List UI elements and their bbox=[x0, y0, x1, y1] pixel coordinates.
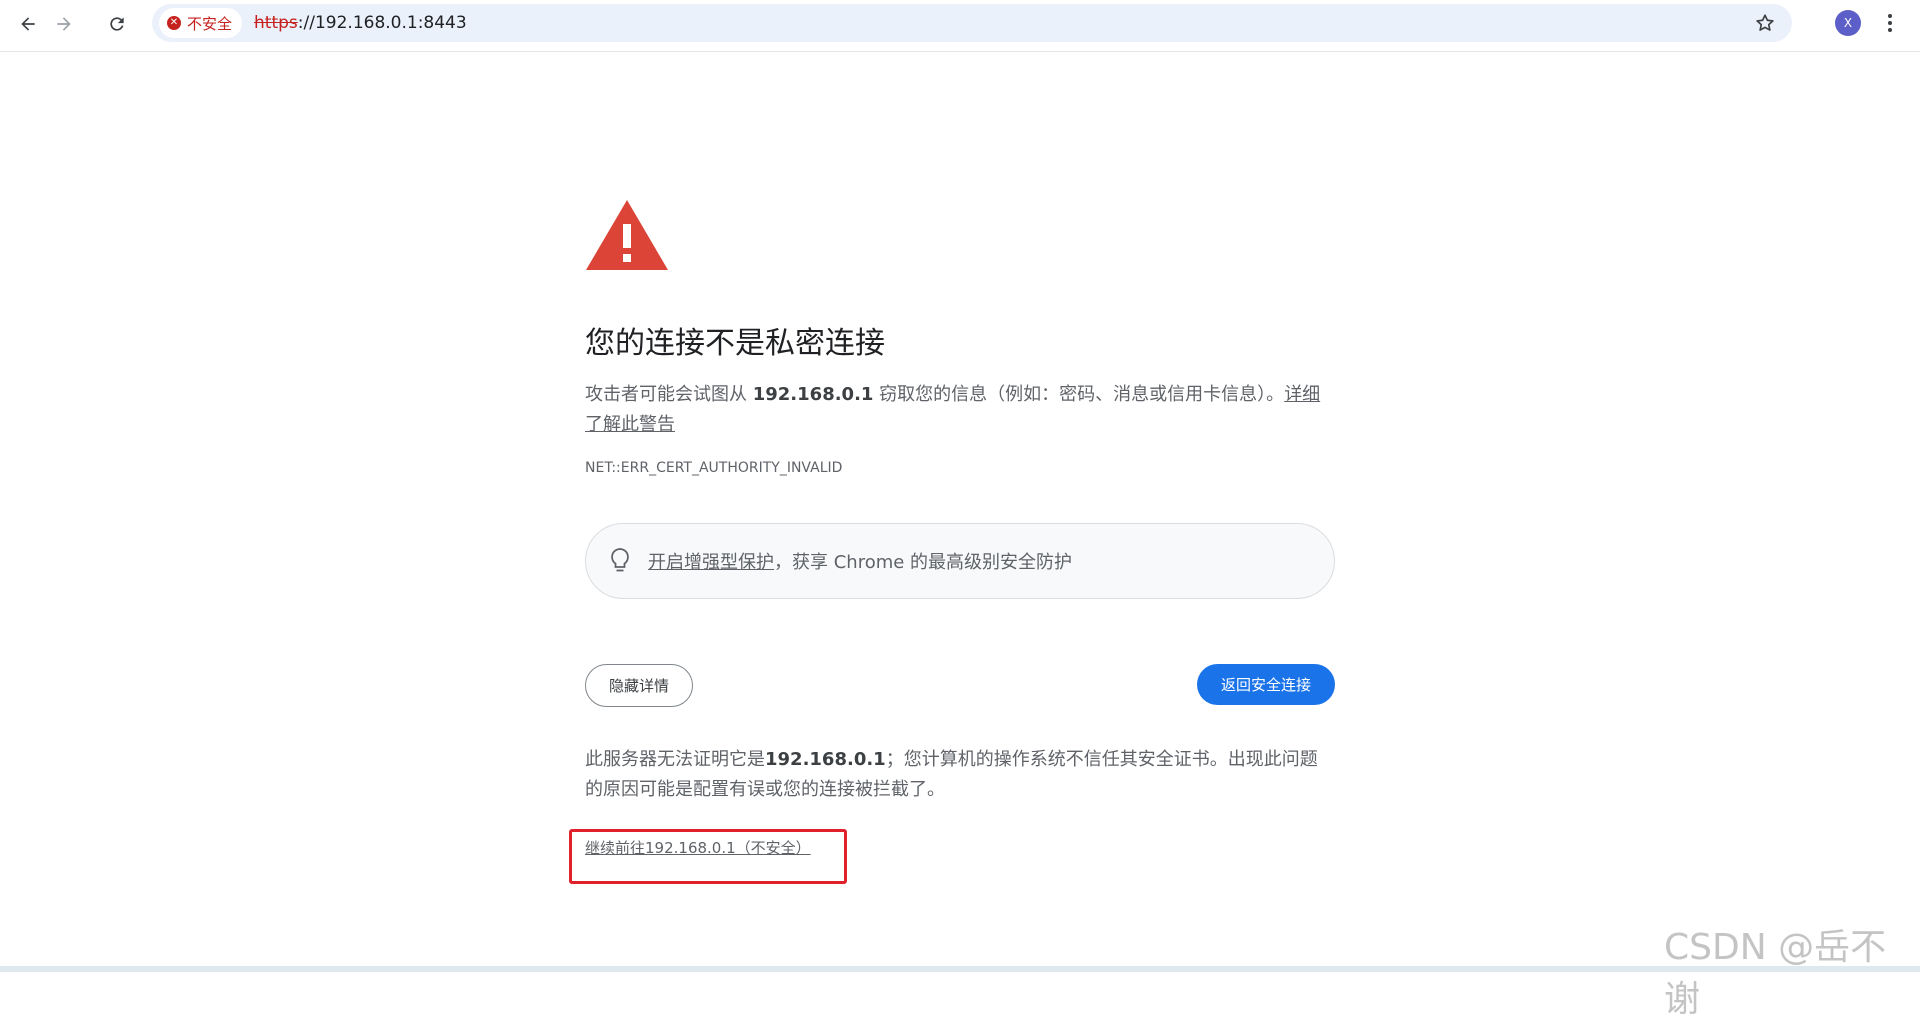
more-vert-icon[interactable] bbox=[1882, 10, 1898, 36]
url-host: ://192.168.0.1:8443 bbox=[297, 13, 467, 33]
desc-host: 192.168.0.1 bbox=[752, 384, 874, 405]
enhanced-protection-link[interactable]: 开启增强型保护 bbox=[648, 548, 774, 574]
desc-prefix: 攻击者可能会试图从 bbox=[585, 384, 753, 405]
warning-description: 攻击者可能会试图从 192.168.0.1 窃取您的信息（例如：密码、消息或信用… bbox=[585, 380, 1335, 440]
explain-host: 192.168.0.1 bbox=[765, 749, 886, 770]
annotation-highlight-box bbox=[569, 829, 847, 884]
forward-arrow-icon[interactable] bbox=[50, 10, 78, 38]
profile-avatar[interactable]: X bbox=[1835, 10, 1861, 36]
enhanced-protection-text: ，获享 Chrome 的最高级别安全防护 bbox=[774, 552, 1073, 573]
explain-prefix: 此服务器无法证明它是 bbox=[585, 749, 765, 770]
back-to-safety-button[interactable]: 返回安全连接 bbox=[1197, 664, 1335, 705]
enhanced-protection-banner: 开启增强型保护 ，获享 Chrome 的最高级别安全防护 bbox=[585, 523, 1335, 599]
security-label: 不安全 bbox=[187, 14, 233, 33]
bottom-edge-bar bbox=[0, 966, 1920, 972]
back-arrow-icon[interactable] bbox=[14, 10, 42, 38]
lightbulb-icon bbox=[611, 548, 629, 572]
reload-icon[interactable] bbox=[103, 10, 131, 38]
warning-triangle-icon bbox=[586, 200, 668, 270]
error-icon: ✕ bbox=[167, 16, 181, 30]
desc-suffix: 窃取您的信息（例如：密码、消息或信用卡信息）。 bbox=[873, 384, 1285, 405]
hide-details-button[interactable]: 隐藏详情 bbox=[585, 664, 693, 707]
details-explanation: 此服务器无法证明它是192.168.0.1；您计算机的操作系统不信任其安全证书。… bbox=[585, 745, 1335, 805]
star-icon[interactable] bbox=[1754, 12, 1776, 34]
url-scheme: https bbox=[254, 13, 298, 33]
page-title: 您的连接不是私密连接 bbox=[585, 326, 885, 361]
error-code: NET::ERR_CERT_AUTHORITY_INVALID bbox=[585, 460, 843, 476]
security-chip[interactable]: ✕ 不安全 bbox=[159, 8, 243, 38]
url-text[interactable]: https://192.168.0.1:8443 bbox=[254, 13, 467, 33]
address-bar[interactable]: ✕ 不安全 https://192.168.0.1:8443 bbox=[152, 4, 1792, 42]
browser-toolbar: ✕ 不安全 https://192.168.0.1:8443 X bbox=[0, 0, 1920, 52]
